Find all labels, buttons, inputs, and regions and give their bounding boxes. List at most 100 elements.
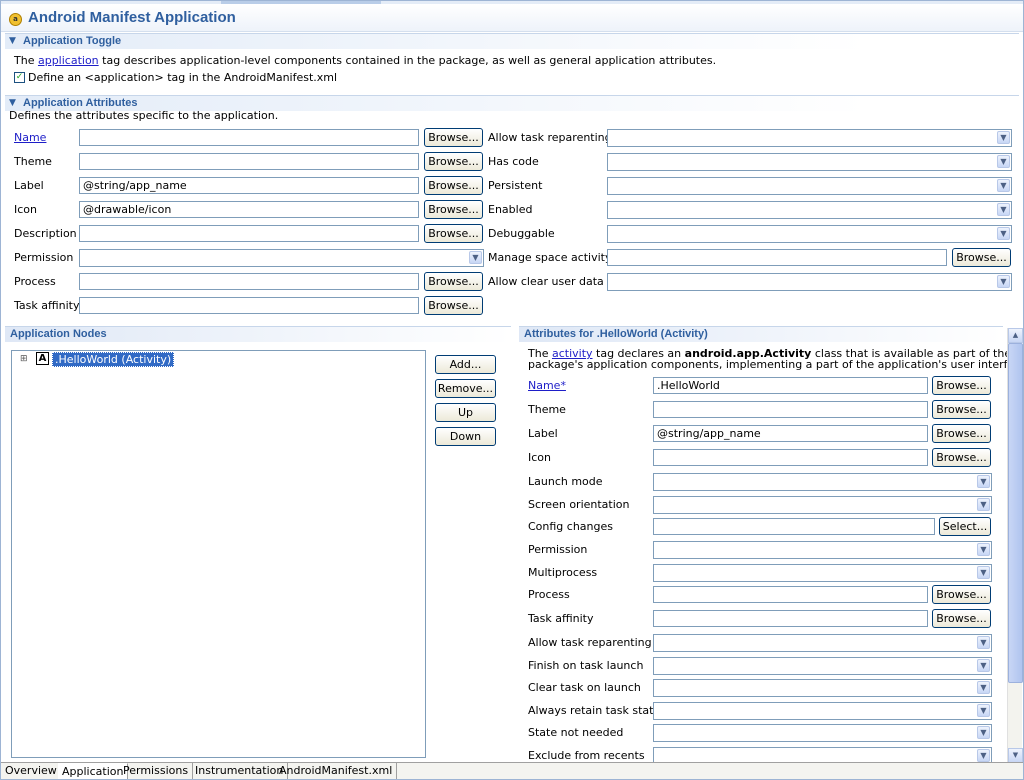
label-name[interactable]: Name xyxy=(14,131,46,144)
activity-input-task-affinity[interactable] xyxy=(653,610,928,627)
remove-node-button[interactable]: Remove... xyxy=(435,379,496,398)
activity-browse-theme-button[interactable]: Browse... xyxy=(932,400,991,419)
activity-label-process: Process xyxy=(528,588,570,601)
tab-androidmanifest-xml[interactable]: AndroidManifest.xml xyxy=(275,763,398,779)
activity-combo-permission[interactable]: ▼ xyxy=(653,541,992,559)
chevron-down-icon[interactable]: ▼ xyxy=(997,131,1010,144)
tab-permissions[interactable]: Permissions xyxy=(119,763,194,779)
chevron-down-icon[interactable]: ▼ xyxy=(977,565,990,579)
activity-label-multiprocess: Multiprocess xyxy=(528,565,598,579)
activity-browse-process-button[interactable]: Browse... xyxy=(932,585,991,604)
chevron-down-icon[interactable]: ▼ xyxy=(469,251,482,264)
label-task-affinity: Task affinity xyxy=(14,299,80,312)
activity-combo-allow-task-reparenting[interactable]: ▼ xyxy=(653,634,992,652)
browse-label-button[interactable]: Browse... xyxy=(424,176,483,195)
activity-input-icon[interactable] xyxy=(653,449,928,466)
activity-input-label[interactable]: @string/app_name xyxy=(653,425,928,442)
chevron-down-icon[interactable]: ▼ xyxy=(997,203,1010,216)
scrollbar-thumb[interactable] xyxy=(1008,343,1023,683)
activity-label-state-not-needed: State not needed xyxy=(528,726,624,739)
activity-browse-name-button[interactable]: Browse... xyxy=(932,376,991,395)
expand-plus-icon[interactable]: ⊞ xyxy=(20,354,28,364)
label-debuggable: Debuggable xyxy=(488,227,555,240)
activity-label-name[interactable]: Name* xyxy=(528,379,566,392)
activity-combo-always-retain-task-state[interactable]: ▼ xyxy=(653,701,992,720)
input-manage-space-activity[interactable] xyxy=(607,249,947,266)
move-up-button[interactable]: Up xyxy=(435,403,496,422)
move-down-button[interactable]: Down xyxy=(435,427,496,446)
activity-input-config-changes[interactable] xyxy=(653,518,935,535)
browse-manage-space-activity-button[interactable]: Browse... xyxy=(952,248,1011,267)
activity-browse-label-button[interactable]: Browse... xyxy=(932,424,991,443)
combo-permission[interactable]: ▼ xyxy=(79,249,484,267)
tree-item-helloworld[interactable]: .HelloWorld (Activity) xyxy=(52,352,175,367)
activity-input-name[interactable]: .HelloWorld xyxy=(653,377,928,394)
activity-label-screen-orientation: Screen orientation xyxy=(528,497,630,511)
chevron-down-icon[interactable]: ▼ xyxy=(997,275,1010,288)
chevron-down-icon[interactable]: ▼ xyxy=(977,636,990,649)
combo-allow-clear-user-data[interactable]: ▼ xyxy=(607,273,1012,291)
tab-overview[interactable]: Overview xyxy=(1,763,62,779)
activity-browse-icon-button[interactable]: Browse... xyxy=(932,448,991,467)
activity-combo-state-not-needed[interactable]: ▼ xyxy=(653,724,992,742)
application-doc-link[interactable]: application xyxy=(38,54,99,67)
activity-input-theme[interactable] xyxy=(653,401,928,418)
select-config-changes-button[interactable]: Select... xyxy=(939,517,991,536)
chevron-down-icon[interactable]: ▼ xyxy=(997,227,1010,240)
chevron-down-icon[interactable]: ▼ xyxy=(977,475,990,488)
browse-icon-button[interactable]: Browse... xyxy=(424,200,483,219)
activity-combo-multiprocess[interactable]: ▼ xyxy=(653,563,992,582)
tab-application[interactable]: Application xyxy=(58,763,129,779)
chevron-down-icon[interactable]: ▼ xyxy=(977,497,990,511)
activity-combo-clear-task-on-launch[interactable]: ▼ xyxy=(653,679,992,697)
add-node-button[interactable]: Add... xyxy=(435,355,496,374)
input-process[interactable] xyxy=(79,273,419,290)
combo-debuggable[interactable]: ▼ xyxy=(607,225,1012,243)
input-task-affinity[interactable] xyxy=(79,297,419,314)
browse-name-button[interactable]: Browse... xyxy=(424,128,483,147)
collapse-triangle-icon[interactable]: ▼ xyxy=(9,98,16,108)
activity-label-allow-task-reparenting: Allow task reparenting xyxy=(528,636,652,649)
browse-task-affinity-button[interactable]: Browse... xyxy=(424,296,483,315)
label-has-code: Has code xyxy=(488,155,539,168)
activity-combo-screen-orientation[interactable]: ▼ xyxy=(653,495,992,514)
input-name[interactable] xyxy=(79,129,419,146)
combo-persistent[interactable]: ▼ xyxy=(607,177,1012,195)
browse-description-button[interactable]: Browse... xyxy=(424,224,483,243)
activity-combo-launch-mode[interactable]: ▼ xyxy=(653,473,992,491)
chevron-down-icon[interactable]: ▼ xyxy=(977,681,990,694)
label-allow-task-reparenting: Allow task reparenting xyxy=(488,131,612,144)
browse-process-button[interactable]: Browse... xyxy=(424,272,483,291)
combo-allow-task-reparenting[interactable]: ▼ xyxy=(607,129,1012,147)
define-application-checkbox[interactable]: ✓ xyxy=(14,72,25,83)
chevron-down-icon[interactable]: ▼ xyxy=(997,155,1010,168)
activity-input-process[interactable] xyxy=(653,586,928,603)
chevron-down-icon[interactable]: ▼ xyxy=(997,179,1010,192)
scroll-down-arrow-icon[interactable]: ▼ xyxy=(1008,748,1023,763)
activity-label-always-retain-task-state: Always retain task state xyxy=(528,703,661,717)
tab-instrumentation[interactable]: Instrumentation xyxy=(191,763,289,779)
chevron-down-icon[interactable]: ▼ xyxy=(977,726,990,739)
scroll-up-arrow-icon[interactable]: ▲ xyxy=(1008,328,1023,343)
combo-has-code[interactable]: ▼ xyxy=(607,153,1012,171)
input-theme[interactable] xyxy=(79,153,419,170)
chevron-down-icon[interactable]: ▼ xyxy=(977,703,990,717)
vertical-scrollbar[interactable]: ▲ ▼ xyxy=(1007,328,1023,763)
input-label[interactable]: @string/app_name xyxy=(79,177,419,194)
collapse-triangle-icon[interactable]: ▼ xyxy=(9,36,16,46)
activity-browse-task-affinity-button[interactable]: Browse... xyxy=(932,609,991,628)
chevron-down-icon[interactable]: ▼ xyxy=(977,543,990,556)
browse-theme-button[interactable]: Browse... xyxy=(424,152,483,171)
label-description: Description xyxy=(14,227,77,240)
label-theme: Theme xyxy=(14,155,52,168)
chevron-down-icon[interactable]: ▼ xyxy=(977,748,990,762)
input-description[interactable] xyxy=(79,225,419,242)
application-nodes-tree[interactable]: ⊞ A .HelloWorld (Activity) xyxy=(11,350,426,758)
section-header-toggle[interactable]: ▼ Application Toggle xyxy=(5,33,1019,49)
editor-header: a Android Manifest Application xyxy=(1,4,1023,32)
activity-combo-finish-on-task-launch[interactable]: ▼ xyxy=(653,656,992,675)
input-icon[interactable]: @drawable/icon xyxy=(79,201,419,218)
label-label: Label xyxy=(14,179,44,192)
chevron-down-icon[interactable]: ▼ xyxy=(977,658,990,672)
combo-enabled[interactable]: ▼ xyxy=(607,201,1012,219)
